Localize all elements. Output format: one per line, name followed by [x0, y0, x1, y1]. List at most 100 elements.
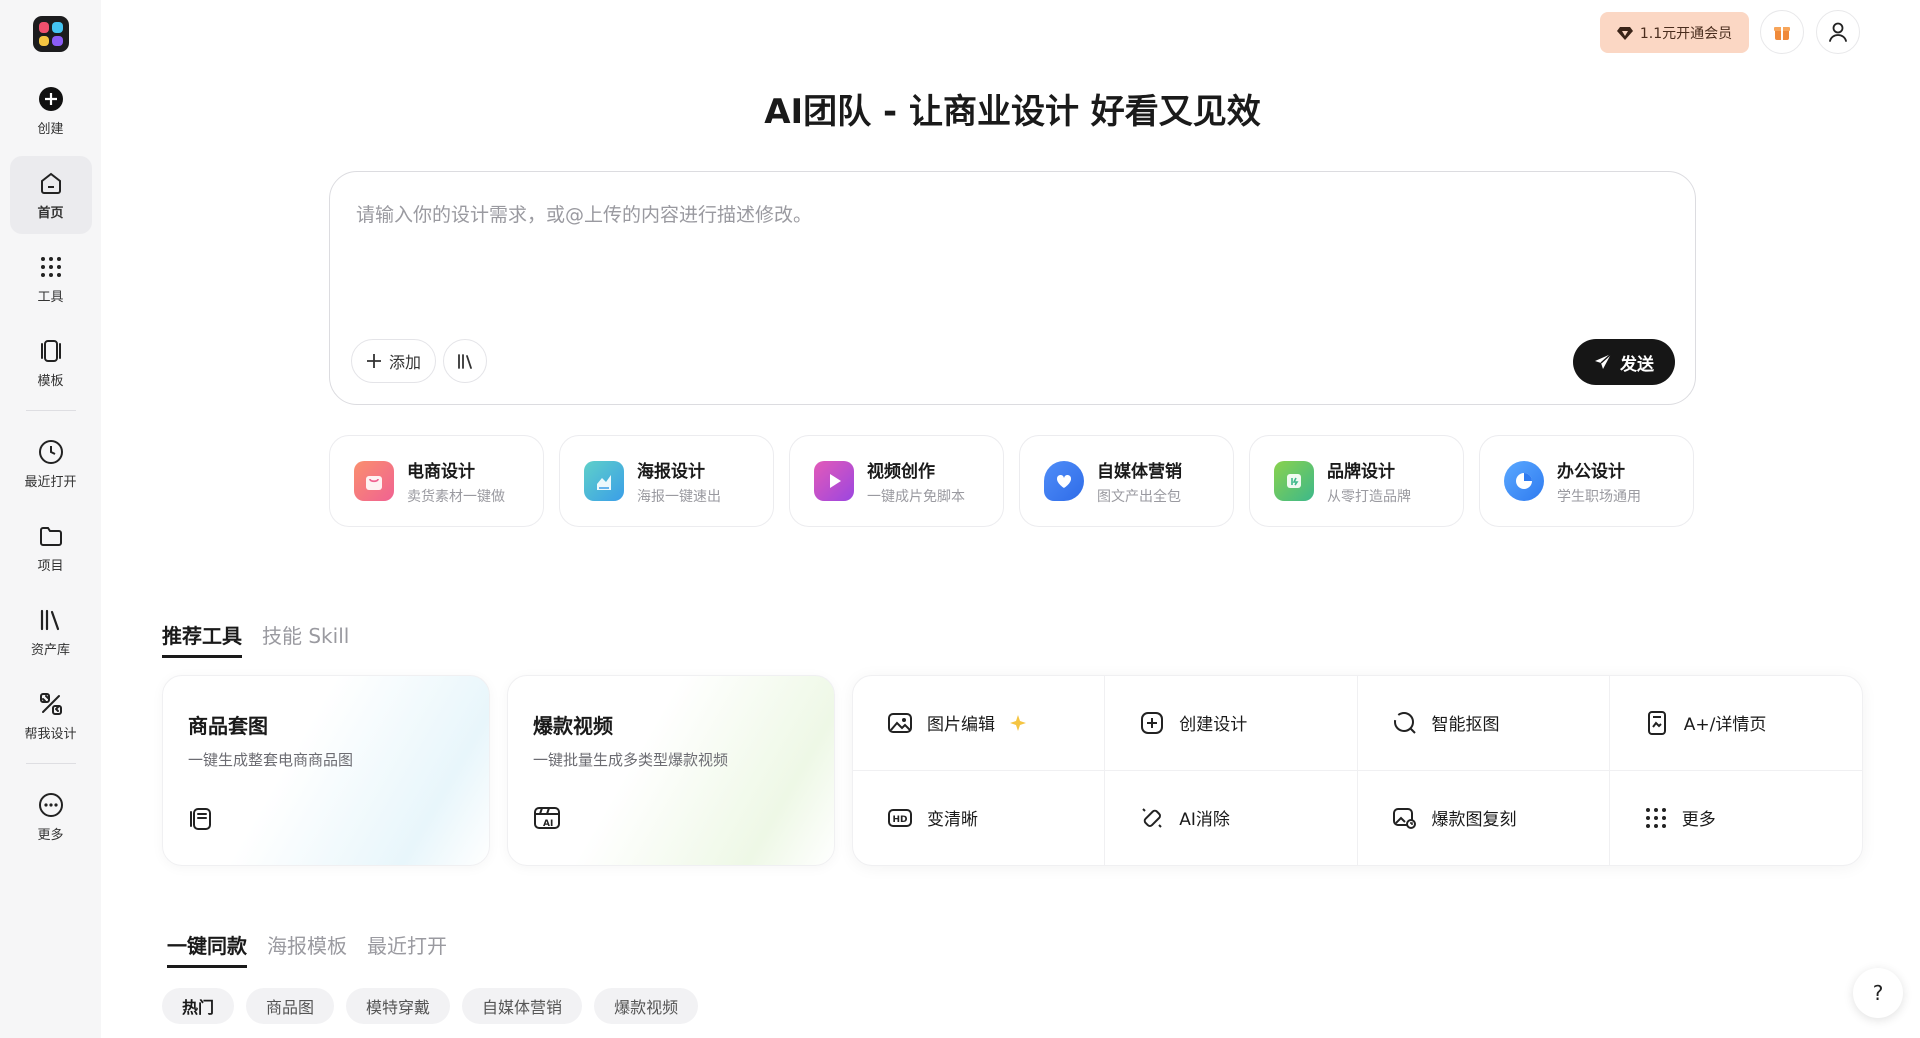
- feature-title: 商品套图: [188, 714, 268, 738]
- sidebar-item-label: 首页: [37, 205, 64, 221]
- chip-social-media[interactable]: 自媒体营销: [462, 988, 583, 1024]
- category-card-poster[interactable]: 海报设计 海报一键速出: [559, 435, 774, 527]
- feature-card-product-set[interactable]: 商品套图 一键生成整套电商商品图: [162, 675, 490, 866]
- category-card-video[interactable]: 视频创作 一键成片免脚本: [789, 435, 1004, 527]
- sidebar-divider: [25, 410, 76, 411]
- eraser-icon: [1142, 808, 1162, 828]
- tab-one-click-same[interactable]: 一键同款: [167, 930, 247, 968]
- sidebar-item-templates[interactable]: 模板: [10, 324, 92, 402]
- tool-label: 爆款图复刻: [1431, 810, 1517, 831]
- category-card-social-media[interactable]: 自媒体营销 图文产出全包: [1019, 435, 1234, 527]
- sidebar-item-create[interactable]: 创建: [10, 72, 92, 150]
- category-subtitle: 学生职场通用: [1557, 488, 1641, 505]
- cutout-icon: [1393, 711, 1416, 734]
- sidebar-item-projects[interactable]: 项目: [10, 509, 92, 587]
- sidebar-item-label: 帮我设计: [24, 726, 77, 742]
- category-subtitle: 卖货素材一键做: [407, 488, 505, 505]
- tool-detail-page[interactable]: A+/详情页: [1609, 676, 1862, 771]
- prompt-box: 添加 发送: [329, 171, 1696, 405]
- chip-hit-video[interactable]: 爆款视频: [594, 988, 699, 1024]
- sidebar-item-assets[interactable]: 资产库: [10, 593, 92, 671]
- hd-icon: HD: [888, 808, 912, 827]
- category-title: 海报设计: [637, 461, 705, 482]
- plus-circle-icon: [38, 86, 63, 111]
- plus-square-icon: [1141, 711, 1164, 734]
- sidebar-item-home[interactable]: 首页: [9, 156, 92, 234]
- sidebar-item-recent[interactable]: 最近打开: [10, 425, 92, 503]
- chip-model-wear[interactable]: 模特穿戴: [346, 988, 451, 1024]
- page-title: AI团队 - 让商业设计 好看又见效: [764, 92, 1261, 132]
- app-logo[interactable]: [32, 16, 69, 52]
- category-card-brand[interactable]: 品牌设计 从零打造品牌: [1249, 435, 1464, 527]
- sidebar-item-design-for-me[interactable]: 帮我设计: [10, 677, 92, 755]
- add-button[interactable]: 添加: [351, 339, 436, 383]
- library-button[interactable]: [443, 339, 487, 383]
- pie-chart-icon: [1504, 461, 1544, 501]
- feature-subtitle: 一键生成整套电商商品图: [188, 751, 354, 769]
- vip-button[interactable]: 1.1元开通会员: [1600, 12, 1749, 53]
- grid-dots-icon: [1645, 807, 1666, 828]
- category-title: 视频创作: [867, 461, 935, 482]
- tab-recent[interactable]: 最近打开: [367, 930, 447, 968]
- magic-icon: [39, 692, 62, 715]
- feature-subtitle: 一键批量生成多类型爆款视频: [533, 751, 729, 769]
- sidebar-item-label: 更多: [37, 827, 64, 843]
- filter-chips: 热门 商品图 模特穿戴 自媒体营销 爆款视频: [162, 988, 699, 1024]
- sidebar-item-label: 工具: [37, 289, 64, 305]
- heart-chat-icon: [1044, 461, 1084, 501]
- tab-poster-templates[interactable]: 海报模板: [267, 930, 347, 968]
- library-icon: [40, 609, 59, 630]
- chip-product-image[interactable]: 商品图: [246, 988, 335, 1024]
- tool-label: AI消除: [1179, 810, 1230, 831]
- tool-enhance-clarity[interactable]: HD 变清晰: [853, 770, 1106, 865]
- user-avatar-button[interactable]: [1816, 10, 1860, 54]
- category-card-office[interactable]: 办公设计 学生职场通用: [1479, 435, 1694, 527]
- home-icon: [40, 172, 61, 194]
- svg-text:AI: AI: [543, 819, 553, 829]
- shopping-bag-icon: [354, 461, 394, 501]
- feature-title: 爆款视频: [533, 714, 613, 738]
- more-circle-icon: [38, 792, 63, 817]
- video-play-icon: [814, 461, 854, 501]
- sidebar: 创建 首页 工具 模板 最近打开 项目 资产库 帮我设计 更多: [0, 0, 101, 1038]
- sidebar-item-label: 项目: [37, 558, 64, 574]
- sidebar-item-tools[interactable]: 工具: [10, 240, 92, 318]
- send-button[interactable]: 发送: [1573, 339, 1675, 385]
- tool-label: A+/详情页: [1683, 715, 1767, 736]
- sidebar-item-label: 最近打开: [24, 474, 77, 490]
- tab-skills[interactable]: 技能 Skill: [262, 620, 349, 658]
- clock-icon: [38, 439, 63, 464]
- gift-button[interactable]: [1760, 10, 1804, 54]
- help-button[interactable]: ?: [1853, 968, 1903, 1018]
- detail-page-icon: [1647, 710, 1666, 735]
- sidebar-item-more[interactable]: 更多: [10, 778, 92, 856]
- sidebar-divider: [25, 763, 76, 764]
- category-card-ecommerce[interactable]: 电商设计 卖货素材一键做: [329, 435, 544, 527]
- tool-create-design[interactable]: 创建设计: [1105, 676, 1358, 771]
- tool-label: 创建设计: [1179, 715, 1248, 736]
- gift-icon: [1774, 27, 1790, 40]
- feature-card-hit-video[interactable]: 爆款视频 一键批量生成多类型爆款视频 AI: [507, 675, 835, 866]
- category-subtitle: 从零打造品牌: [1327, 488, 1411, 505]
- sidebar-item-label: 资产库: [30, 642, 70, 658]
- category-title: 电商设计: [407, 461, 475, 482]
- category-title: 自媒体营销: [1097, 461, 1182, 482]
- tool-smart-cutout[interactable]: 智能抠图: [1357, 676, 1610, 771]
- send-label: 发送: [1620, 354, 1654, 375]
- tool-ai-erase[interactable]: AI消除: [1105, 770, 1358, 865]
- folder-icon: [39, 526, 62, 546]
- category-subtitle: 一键成片免脚本: [867, 488, 965, 505]
- tool-more[interactable]: 更多: [1610, 771, 1862, 866]
- category-subtitle: 海报一键速出: [637, 488, 721, 505]
- tool-image-edit[interactable]: 图片编辑: [853, 676, 1106, 771]
- sparkle-icon: [1010, 714, 1026, 731]
- chip-hot[interactable]: 热门: [162, 988, 235, 1024]
- category-subtitle: 图文产出全包: [1097, 488, 1181, 505]
- tool-tabs: 推荐工具 技能 Skill: [162, 620, 349, 658]
- library-icon: [458, 354, 472, 369]
- svg-text:HD: HD: [893, 815, 908, 825]
- prompt-input[interactable]: [356, 200, 1656, 320]
- tool-hit-image-replicate[interactable]: 爆款图复刻: [1358, 770, 1610, 865]
- tab-recommended-tools[interactable]: 推荐工具: [162, 620, 242, 658]
- replicate-icon: [1392, 807, 1416, 829]
